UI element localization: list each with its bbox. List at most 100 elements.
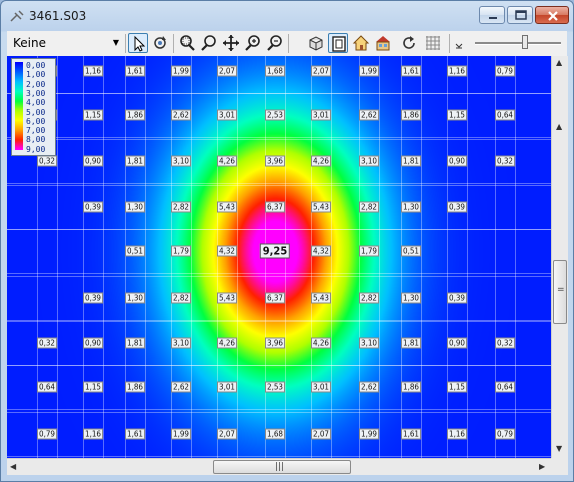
grid-value-label: 2,62	[358, 109, 380, 121]
select-arrow-button[interactable]	[128, 33, 148, 53]
grid-value-label: 1,30	[124, 201, 146, 213]
minimize-button[interactable]	[479, 6, 505, 24]
grid-value-label: 1,86	[124, 381, 146, 393]
zoom-out-button[interactable]	[265, 33, 285, 53]
horizontal-scrollbar[interactable]: ◀ ||| ▶	[7, 458, 551, 475]
grid-value-label: 1,79	[358, 245, 380, 257]
frame-view-button[interactable]	[328, 33, 348, 53]
color-legend: 0,00 1,00 2,00 3,00 4,00 5,00 6,00 7,00 8,00 9,00	[11, 58, 56, 156]
pan-icon	[223, 35, 239, 51]
grid-value-label: 2,07	[310, 428, 332, 440]
grid-value-label: 3,10	[170, 337, 192, 349]
redraw-button[interactable]	[399, 33, 419, 53]
grid-value-label: 1,15	[82, 109, 104, 121]
grid-value-label: 3,01	[310, 109, 332, 121]
grid-value-label: 4,26	[216, 155, 238, 167]
toolbar: Keine Arbeitseben▼	[7, 31, 567, 70]
grid-line-horizontal	[7, 412, 551, 413]
grid-value-label: 0,32	[36, 155, 58, 167]
peak-value-label: 9,25	[259, 243, 291, 259]
zoom-in-icon	[201, 35, 216, 51]
legend-level-label: 8,00	[26, 135, 46, 145]
grid-value-label: 1,16	[82, 428, 104, 440]
grid-value-label: 0,32	[494, 155, 516, 167]
grid-value-label: 3,96	[264, 155, 286, 167]
zoom-realtime-button[interactable]	[243, 33, 263, 53]
scroll-left-icon[interactable]: ◀	[10, 462, 16, 471]
work-layer-dropdown[interactable]: Keine Arbeitseben▼	[9, 33, 121, 70]
grid-line-vertical	[103, 56, 104, 458]
grid-value-label: 1,16	[446, 65, 468, 77]
scroll-down-icon[interactable]: ▼	[556, 444, 562, 453]
wireframe-3d-icon	[309, 36, 323, 51]
rotate-view-button[interactable]	[150, 33, 170, 53]
h-grip-icon: |||	[275, 462, 285, 472]
heatmap-view[interactable]: 0,79 1,16 1,61 1,99 2,07 1,68 2,07 1,99 1,61 1,16…	[7, 56, 551, 458]
grid-value-label: 1,61	[400, 428, 422, 440]
grid-value-label: 2,82	[358, 292, 380, 304]
legend-level-label: 5,00	[26, 107, 46, 117]
close-button[interactable]	[535, 6, 569, 24]
grid-value-label: 2,62	[170, 109, 192, 121]
grid-value-label: 1,61	[124, 65, 146, 77]
grid-value-label: 0,64	[494, 381, 516, 393]
grid-value-label: 1,79	[170, 245, 192, 257]
grid-value-label: 5,43	[310, 201, 332, 213]
grid-value-label: 0,51	[400, 245, 422, 257]
zoom-window-button[interactable]	[177, 33, 197, 53]
grid-value-label: 3,10	[358, 337, 380, 349]
toolbar-overflow-button[interactable]	[453, 33, 465, 53]
building-view-icon	[376, 36, 390, 51]
zoom-in-button[interactable]	[199, 33, 219, 53]
toolbar-separator	[173, 34, 174, 53]
grid-value-label: 1,30	[400, 201, 422, 213]
grid-value-label: 3,96	[264, 337, 286, 349]
maximize-button[interactable]	[507, 6, 533, 24]
vertical-scroll-thumb[interactable]: =	[553, 260, 567, 324]
horizontal-scroll-thumb[interactable]: |||	[213, 460, 351, 474]
grid-value-label: 1,86	[400, 109, 422, 121]
grid-value-label: 5,43	[216, 292, 238, 304]
grid-value-label: 1,61	[400, 65, 422, 77]
grid-line-vertical	[467, 56, 468, 458]
grid-value-label: 0,90	[82, 155, 104, 167]
room-view-button[interactable]	[351, 33, 371, 53]
grid-line-horizontal	[7, 139, 551, 140]
vertical-scrollbar[interactable]: ▲ ▲ = ▼	[551, 56, 568, 458]
scroll-up-icon[interactable]: ▲	[556, 58, 562, 67]
grid-button[interactable]	[423, 33, 443, 53]
zoom-window-icon	[180, 35, 195, 51]
grid-line-horizontal	[7, 409, 551, 410]
grid-value-label: 1,86	[124, 109, 146, 121]
grid-value-label: 0,90	[446, 337, 468, 349]
building-view-button[interactable]	[373, 33, 393, 53]
zoom-slider-thumb[interactable]	[522, 35, 528, 49]
grid-value-label: 1,61	[124, 428, 146, 440]
grid-value-label: 1,99	[170, 65, 192, 77]
scroll-up-small-icon[interactable]: ▲	[556, 122, 562, 131]
pan-button[interactable]	[221, 33, 241, 53]
legend-level-label: 1,00	[26, 70, 46, 80]
grid-value-label: 0,64	[36, 381, 58, 393]
grid-value-label: 6,37	[264, 201, 286, 213]
legend-level-label: 2,00	[26, 79, 46, 89]
title-bar[interactable]: 3461.S03	[1, 1, 573, 31]
grid-line-horizontal	[7, 320, 551, 321]
grid-value-label: 1,68	[264, 428, 286, 440]
zoom-slider-track[interactable]	[475, 42, 561, 45]
scroll-right-icon[interactable]: ▶	[539, 462, 545, 471]
grid-value-label: 0,39	[82, 201, 104, 213]
redraw-icon	[403, 36, 415, 49]
grid-line-vertical	[515, 56, 516, 458]
grid-value-label: 4,32	[216, 245, 238, 257]
grid-value-label: 4,26	[310, 337, 332, 349]
grid-value-label: 5,43	[216, 201, 238, 213]
wireframe-3d-button[interactable]	[306, 33, 326, 53]
grid-line-horizontal	[7, 229, 551, 230]
grid-value-label: 1,16	[446, 428, 468, 440]
grid-line-horizontal	[7, 276, 551, 277]
toolbar-separator	[125, 34, 126, 53]
legend-level-label: 0,00	[26, 61, 46, 70]
grid-value-label: 0,39	[446, 201, 468, 213]
grid-value-label: 0,79	[494, 428, 516, 440]
